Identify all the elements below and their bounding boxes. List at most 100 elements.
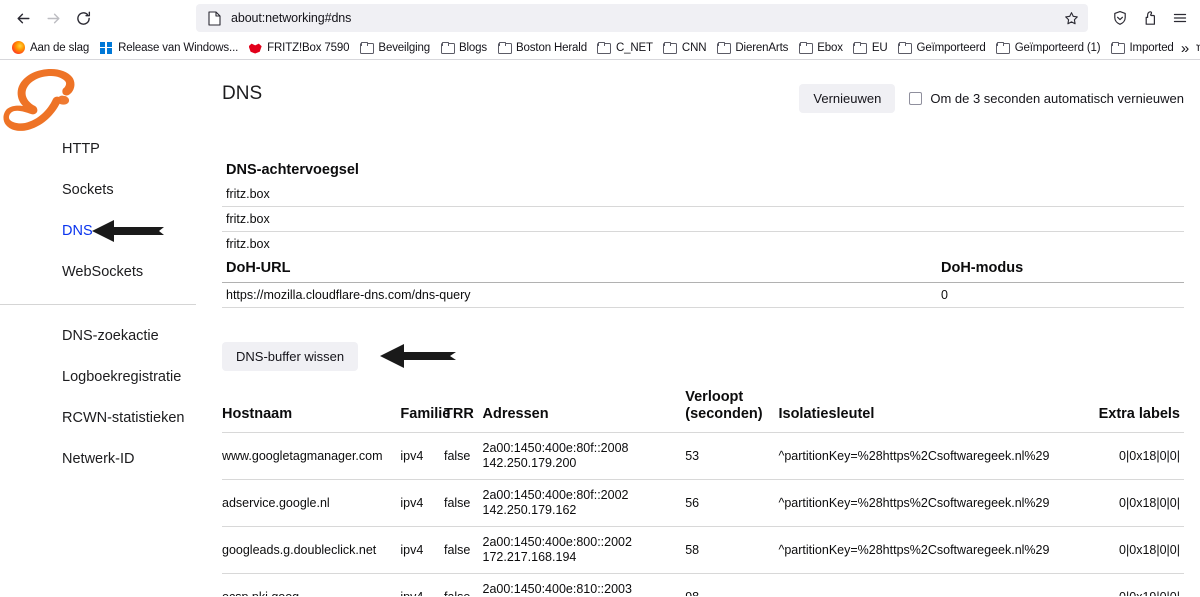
cell-hostname: googleads.g.doubleclick.net xyxy=(222,526,401,574)
column-header-isolation-key: Isolatiesleutel xyxy=(778,406,875,422)
shield-icon[interactable] xyxy=(1106,3,1134,33)
folder-icon xyxy=(440,41,455,55)
hamburger-menu-icon[interactable] xyxy=(1166,3,1194,33)
sidebar-item-http[interactable]: HTTP xyxy=(0,128,200,169)
cell-trr: false xyxy=(443,573,483,596)
sidebar-item-dns-lookup[interactable]: DNS-zoekactie xyxy=(0,315,200,356)
address-line: 172.217.168.194 xyxy=(482,550,577,564)
bookmarks-overflow-chevron-icon[interactable]: » xyxy=(1174,36,1196,59)
clear-dns-cache-button[interactable]: DNS-buffer wissen xyxy=(222,341,359,371)
back-button[interactable] xyxy=(8,3,38,33)
address-line: 2a00:1450:400e:80f::2008 xyxy=(482,441,629,455)
folder-icon xyxy=(996,41,1011,55)
table-row: ocsp.pki.goog ipv4 false 2a00:1450:400e:… xyxy=(222,573,1184,596)
bookmark-item[interactable]: CNN xyxy=(658,38,711,58)
column-header-extra-labels: Extra labels xyxy=(1098,406,1180,422)
dns-suffix-value: fritz.box xyxy=(226,237,270,251)
sidebar-item-dns[interactable]: DNS xyxy=(0,210,200,251)
sidebar-item-label: DNS-zoekactie xyxy=(62,327,159,344)
cell-trr: false xyxy=(443,526,483,574)
address-line: 142.250.179.162 xyxy=(482,503,577,517)
bookmark-item[interactable]: EU xyxy=(848,38,893,58)
autorefresh-checkbox[interactable] xyxy=(909,92,923,105)
document-icon xyxy=(206,10,222,26)
bookmark-label: Blogs xyxy=(459,41,488,54)
autorefresh-label: Om de 3 seconden automatisch vernieuwen xyxy=(930,91,1184,106)
bookmark-item[interactable]: Aan de slag xyxy=(6,38,94,58)
cell-addresses: 2a00:1450:400e:800::2002 172.217.168.194 xyxy=(482,526,686,574)
cell-family: ipv4 xyxy=(400,526,444,574)
extensions-icon[interactable] xyxy=(1136,3,1164,33)
cell-extra-labels: 0|0x18|0|0| xyxy=(1082,526,1184,574)
sidebar-item-rcwn-stats[interactable]: RCWN-statistieken xyxy=(0,397,200,438)
bookmark-item[interactable]: Blogs xyxy=(435,38,492,58)
page-body: HTTP Sockets DNS WebSockets DNS-zoekacti… xyxy=(0,60,1200,596)
bookmark-item[interactable]: DierenArts xyxy=(711,38,793,58)
cell-addresses: 2a00:1450:400e:810::2003 142.251.36.35 xyxy=(482,573,686,596)
refresh-button[interactable]: Vernieuwen xyxy=(799,84,896,113)
sidebar-divider xyxy=(0,304,196,305)
bookmark-label: Boston Herald xyxy=(516,41,587,54)
reload-button[interactable] xyxy=(68,3,98,33)
header-actions: Vernieuwen Om de 3 seconden automatisch … xyxy=(799,82,1184,113)
folder-icon xyxy=(1111,41,1125,55)
doh-mode-value: 0 xyxy=(937,282,1184,308)
cell-family: ipv4 xyxy=(400,573,444,596)
sidebar-item-label: RCWN-statistieken xyxy=(62,409,185,426)
table-row: adservice.google.nl ipv4 false 2a00:1450… xyxy=(222,479,1184,527)
table-header-row: DNS-achtervoegsel xyxy=(222,158,1184,182)
url-text: about:networking#dns xyxy=(231,11,352,25)
table-row: https://mozilla.cloudflare-dns.com/dns-q… xyxy=(222,282,1184,308)
sidebar-item-logging[interactable]: Logboekregistratie xyxy=(0,356,200,397)
cell-isolation-key: ^partitionKey=%28https%2Csoftwaregeek.nl… xyxy=(778,432,1083,480)
dns-suffix-table: DNS-achtervoegsel fritz.box fritz.box fr… xyxy=(222,158,1184,256)
arrow-pointing-to-dns-nav xyxy=(92,220,164,242)
cell-addresses: 2a00:1450:400e:80f::2008 142.250.179.200 xyxy=(482,432,686,480)
folder-icon xyxy=(798,41,813,55)
forward-button[interactable] xyxy=(38,3,68,33)
cell-family: ipv4 xyxy=(400,479,444,527)
doh-table: DoH-URL DoH-modus https://mozilla.cloudf… xyxy=(222,256,1184,308)
sidebar-item-sockets[interactable]: Sockets xyxy=(0,169,200,210)
bookmark-item[interactable]: Geïmporteerd (1) xyxy=(991,38,1106,58)
address-bar[interactable]: about:networking#dns xyxy=(196,4,1088,32)
cell-expires: 98 xyxy=(685,573,779,596)
table-row: googleads.g.doubleclick.net ipv4 false 2… xyxy=(222,526,1184,574)
bookmark-item[interactable]: Beveilging xyxy=(354,38,435,58)
cell-trr: false xyxy=(443,479,483,527)
bookmark-item[interactable]: FRITZ!Box 7590 xyxy=(243,38,354,58)
dns-suffix-header: DNS-achtervoegsel xyxy=(226,162,359,178)
cell-expires: 53 xyxy=(685,432,779,480)
cell-addresses: 2a00:1450:400e:80f::2002 142.250.179.162 xyxy=(482,479,686,527)
sidebar-item-label: Netwerk-ID xyxy=(62,450,135,467)
sidebar-item-websockets[interactable]: WebSockets xyxy=(0,251,200,292)
cell-family: ipv4 xyxy=(400,432,444,480)
bookmark-item[interactable]: C_NET xyxy=(592,38,658,58)
cell-extra-labels: 0|0x18|0|0| xyxy=(1082,479,1184,527)
bookmark-item[interactable]: Boston Herald xyxy=(492,38,592,58)
table-row: fritz.box xyxy=(222,206,1184,232)
column-header-expires-line2: (seconden) xyxy=(685,406,763,422)
column-header-expires: Verloopt (seconden) xyxy=(685,389,778,433)
folder-icon xyxy=(853,41,868,55)
autorefresh-toggle[interactable]: Om de 3 seconden automatisch vernieuwen xyxy=(909,91,1184,106)
bookmark-item[interactable]: Geïmporteerd xyxy=(893,38,991,58)
clear-cache-row: DNS-buffer wissen xyxy=(222,336,1184,376)
logo-graphic xyxy=(3,69,75,131)
address-line: 2a00:1450:400e:80f::2002 xyxy=(482,488,629,502)
address-bar-container[interactable]: about:networking#dns xyxy=(196,4,1088,32)
cell-expires: 56 xyxy=(685,479,779,527)
doh-url-value: https://mozilla.cloudflare-dns.com/dns-q… xyxy=(222,282,937,308)
folder-icon xyxy=(597,41,612,55)
windows-icon xyxy=(99,41,113,55)
bookmark-label: FRITZ!Box 7590 xyxy=(267,41,350,54)
dns-cache-table-body: www.googletagmanager.com ipv4 false 2a00… xyxy=(222,432,1184,596)
doh-url-header: DoH-URL xyxy=(222,256,937,283)
bookmark-item[interactable]: Release van Windows... xyxy=(94,38,243,58)
bookmark-star-icon[interactable] xyxy=(1058,5,1084,31)
sidebar-item-network-id[interactable]: Netwerk-ID xyxy=(0,438,200,479)
cell-hostname: www.googletagmanager.com xyxy=(222,432,401,480)
bookmark-item[interactable]: Ebox xyxy=(793,38,848,58)
cell-expires: 58 xyxy=(685,526,779,574)
folder-icon xyxy=(359,41,374,55)
